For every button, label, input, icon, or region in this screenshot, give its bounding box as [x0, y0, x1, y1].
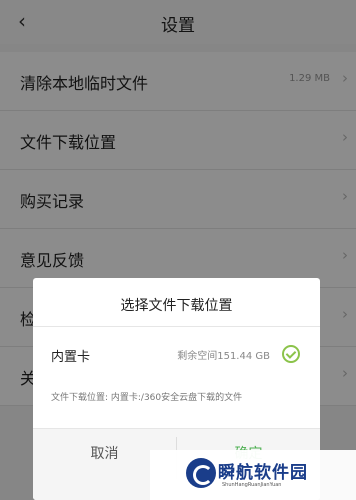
watermark-text: 瞬航软件园 [218, 463, 308, 483]
storage-option-internal[interactable]: 内置卡 剩余空间151.44 GB [33, 328, 320, 384]
watermark: 瞬航软件园 ShunHangRuanJianYuan [150, 450, 356, 500]
divider [33, 326, 320, 327]
free-space-text: 剩余空间151.44 GB [177, 351, 270, 362]
download-path-text: 文件下载位置: 内置卡:/360安全云盘下载的文件 [51, 393, 243, 403]
storage-option-label: 内置卡 [51, 350, 91, 365]
watermark-logo-icon [186, 458, 216, 488]
dialog-title: 选择文件下载位置 [120, 298, 233, 314]
check-circle-icon[interactable] [282, 345, 300, 363]
watermark-subtext: ShunHangRuanJianYuan [222, 482, 282, 488]
